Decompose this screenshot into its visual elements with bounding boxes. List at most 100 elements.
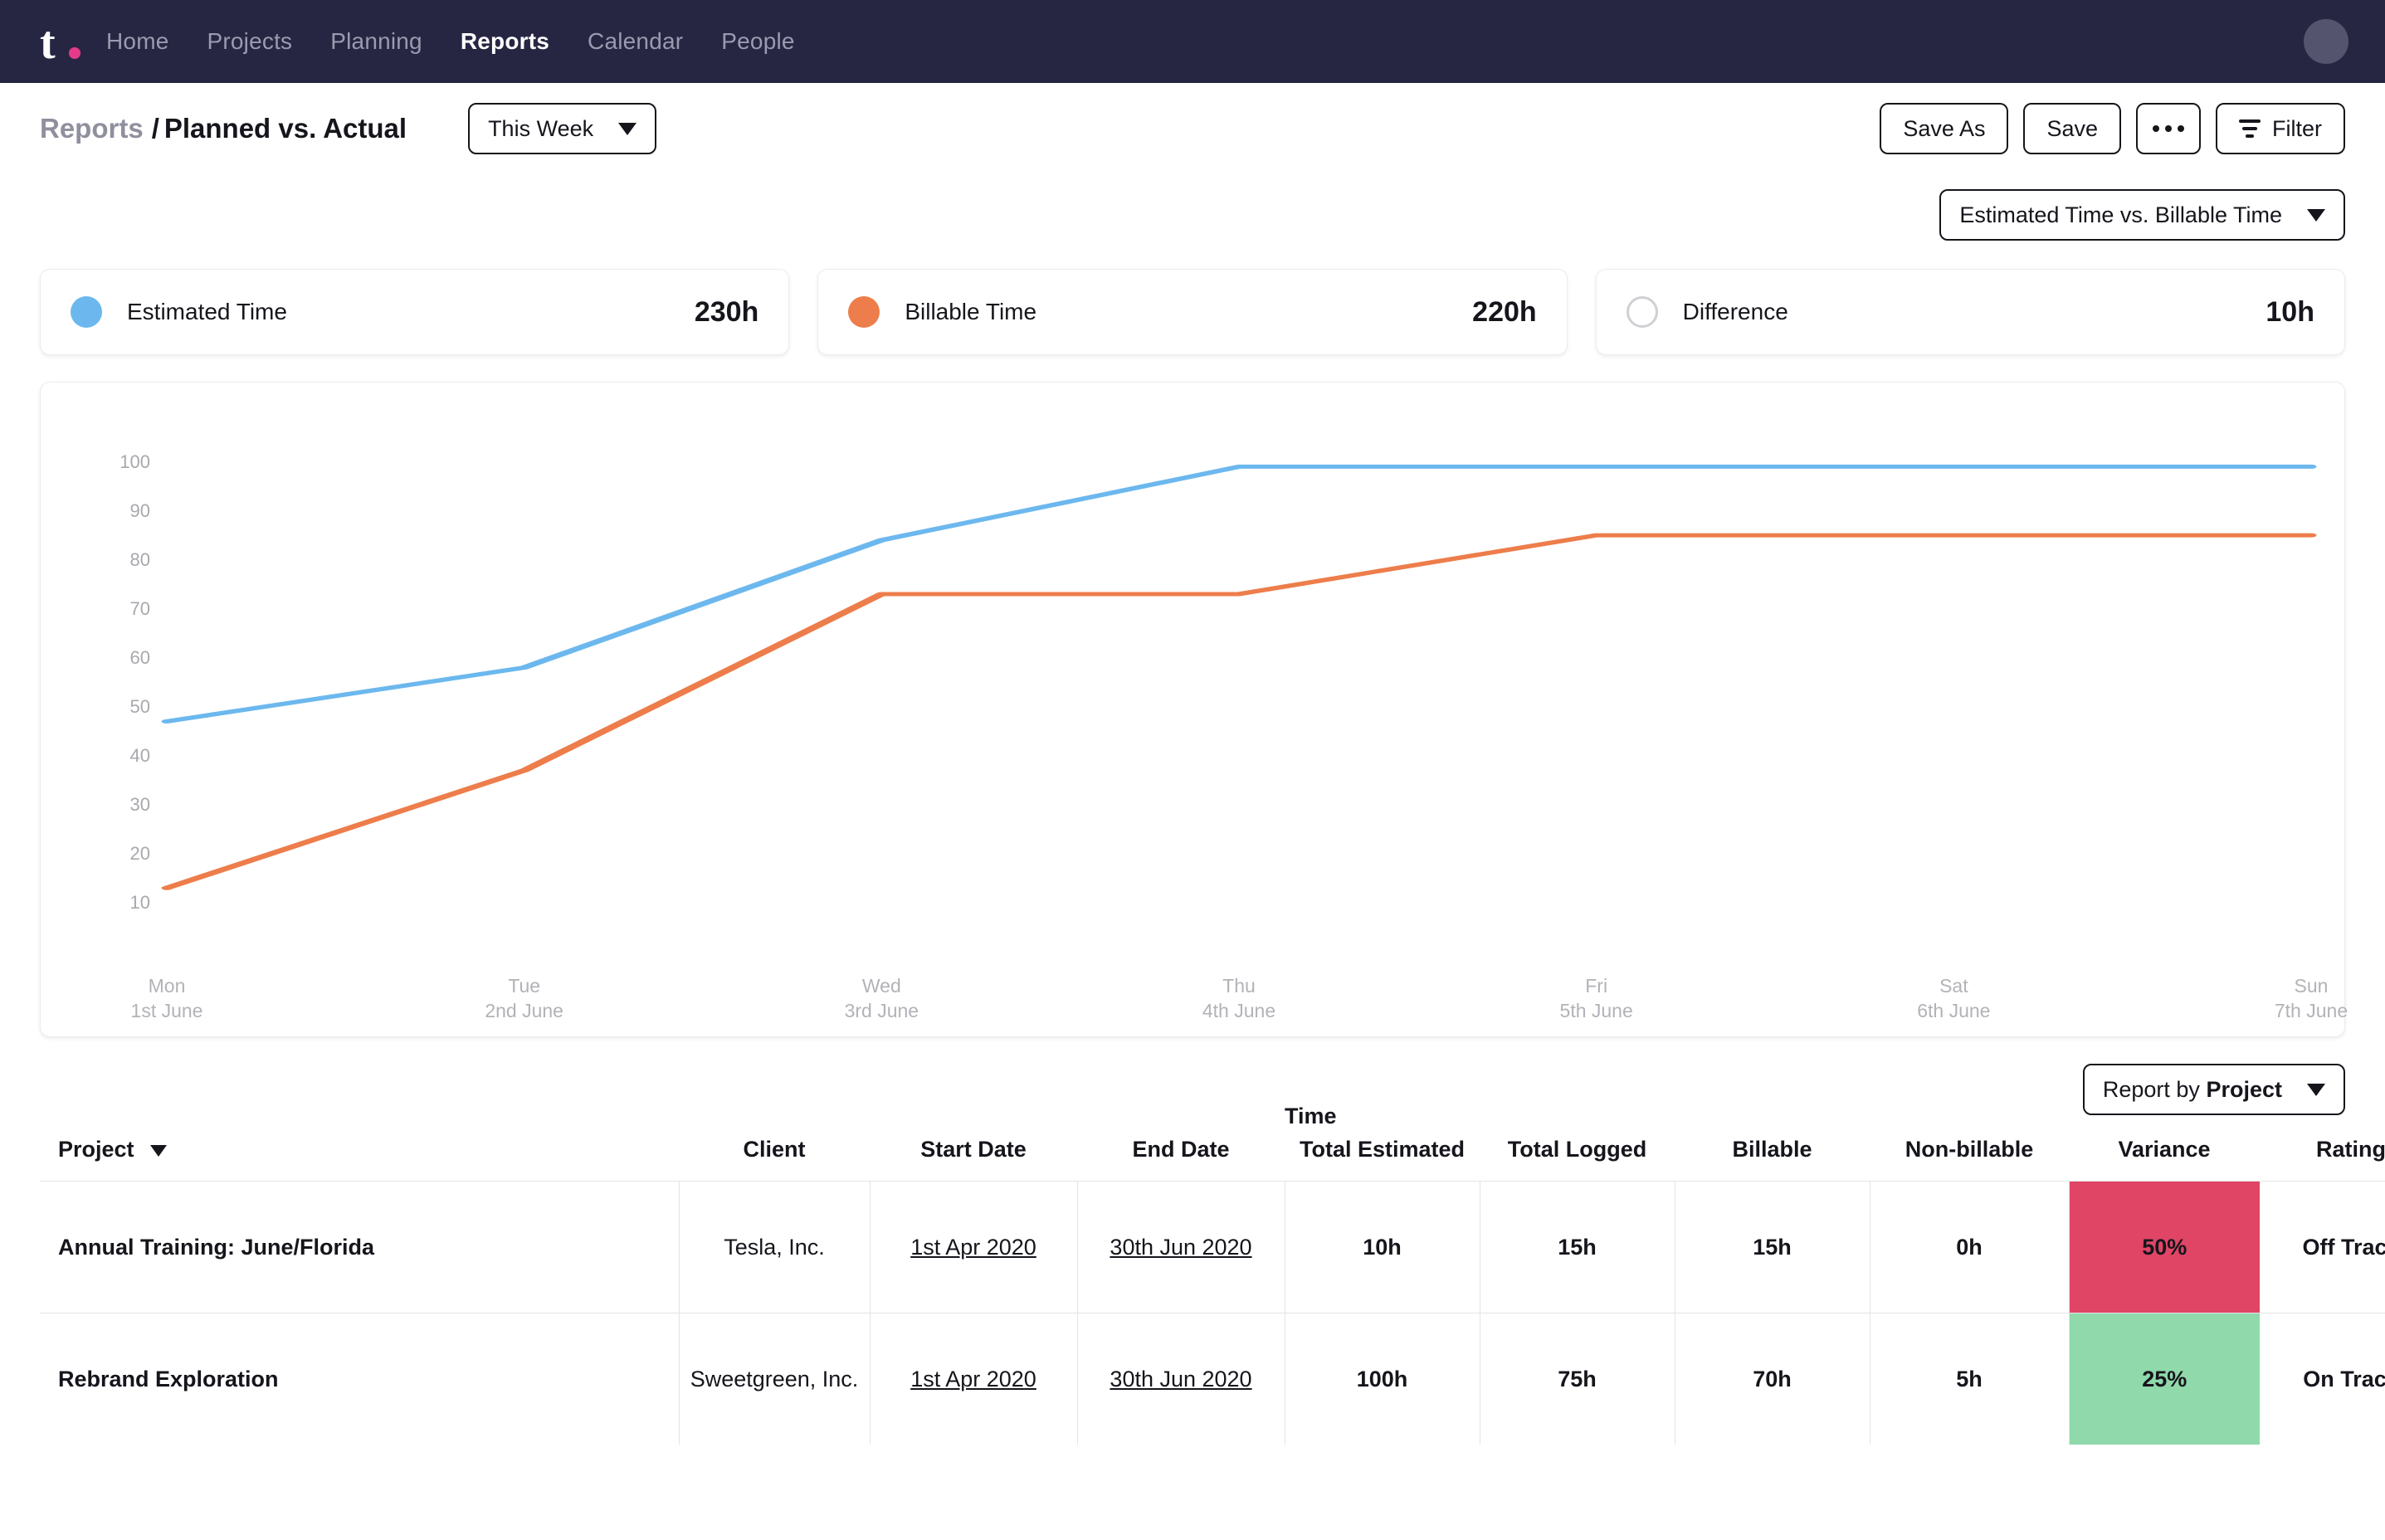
y-axis-tick-label: 10: [129, 891, 150, 913]
x-axis-day-label: Sat: [1939, 975, 1968, 997]
chart-y-axis: 100 90 80 70 60 50 40 30 20 10: [104, 437, 150, 952]
x-axis-date-label: 5th June: [1559, 1000, 1633, 1021]
filter-button-label: Filter: [2272, 115, 2322, 141]
column-header-rating[interactable]: Rating: [2260, 1137, 2385, 1182]
report-by-prefix: Report by: [2102, 1076, 2200, 1102]
column-header-start-date[interactable]: Start Date: [870, 1137, 1077, 1182]
summary-card-estimated-time: Estimated Time 230h: [40, 269, 790, 355]
main-nav-items: Home Projects Planning Reports Calendar Peopl…: [106, 28, 795, 55]
sort-descending-icon: [150, 1144, 168, 1157]
end-date-link[interactable]: 30th Jun 2020: [1110, 1367, 1251, 1391]
period-select-value: This Week: [488, 115, 594, 141]
breadcrumb-parent[interactable]: Reports: [40, 113, 144, 144]
logo-letter: t: [40, 17, 56, 69]
nav-item-reports[interactable]: Reports: [461, 28, 549, 55]
cell-total-logged: 75h: [1480, 1313, 1675, 1445]
x-axis-tick-label: Fri 5th June: [1560, 973, 1633, 1023]
series-line-billable-time: [161, 533, 2317, 890]
report-by-select[interactable]: Report by Project: [2082, 1064, 2345, 1115]
x-axis-tick-label: Sun 7th June: [2275, 973, 2348, 1023]
column-header-project-label: Project: [58, 1137, 134, 1162]
y-axis-tick-label: 50: [129, 695, 150, 717]
report-by-row: Report by Project: [0, 1064, 2385, 1115]
projects-table: Project Client Start Date End Date Time …: [40, 1104, 2385, 1445]
ellipsis-icon: [2153, 125, 2184, 132]
y-axis-tick-label: 90: [129, 500, 150, 521]
x-axis-tick-label: Sat 6th June: [1917, 973, 1990, 1023]
column-header-total-logged[interactable]: Total Logged: [1480, 1137, 1675, 1182]
x-axis-date-label: 3rd June: [844, 1000, 919, 1021]
x-axis-date-label: 4th June: [1202, 1000, 1276, 1021]
header-actions: Save As Save Filter: [1880, 103, 2345, 154]
nav-item-planning[interactable]: Planning: [330, 28, 422, 55]
chart-plot-area: [161, 437, 2317, 952]
nav-item-calendar[interactable]: Calendar: [588, 28, 683, 55]
column-header-end-date[interactable]: End Date: [1077, 1137, 1285, 1182]
column-header-project[interactable]: Project: [40, 1137, 679, 1182]
cell-variance: 50%: [2069, 1182, 2260, 1313]
column-header-variance[interactable]: Variance: [2069, 1137, 2260, 1182]
cell-billable: 70h: [1675, 1313, 1870, 1445]
summary-card-value: 230h: [694, 295, 759, 328]
chart-x-axis: Mon 1st June Tue 2nd June Wed 3rd June Thu 4th …: [131, 973, 2348, 1031]
nav-item-people[interactable]: People: [721, 28, 794, 55]
page-title: Planned vs. Actual: [163, 113, 407, 144]
y-axis-tick-label: 20: [129, 842, 150, 864]
table-head: Project Client Start Date End Date Time …: [40, 1104, 2385, 1182]
cell-variance: 25%: [2069, 1313, 2260, 1445]
nav-item-projects[interactable]: Projects: [207, 28, 293, 55]
metric-select[interactable]: Estimated Time vs. Billable Time: [1939, 189, 2345, 241]
filter-button[interactable]: Filter: [2216, 103, 2345, 154]
start-date-link[interactable]: 1st Apr 2020: [910, 1367, 1036, 1391]
table-row[interactable]: Rebrand Exploration Sweetgreen, Inc. 1st A…: [40, 1313, 2385, 1445]
x-axis-tick-label: Thu 4th June: [1202, 973, 1275, 1023]
end-date-link[interactable]: 30th Jun 2020: [1110, 1235, 1251, 1260]
cell-client: Sweetgreen, Inc.: [679, 1313, 871, 1445]
cell-rating: On Track: [2303, 1366, 2385, 1391]
line-chart-svg: [161, 464, 2317, 890]
period-select[interactable]: This Week: [468, 103, 657, 154]
x-axis-date-label: 7th June: [2274, 1000, 2348, 1021]
breadcrumb-separator: /: [151, 113, 159, 144]
chart-panel: 100 90 80 70 60 50 40 30 20 10 Mon 1st June Tue 2nd …: [40, 382, 2348, 1037]
summary-card-label: Estimated Time: [127, 299, 287, 324]
legend-swatch-icon: [71, 296, 102, 328]
x-axis-day-label: Sun: [2294, 975, 2329, 997]
cell-end-date[interactable]: 30th Jun 2020: [1077, 1181, 1285, 1313]
projects-table-wrapper: Project Client Start Date End Date Time …: [0, 1104, 2385, 1445]
x-axis-day-label: Mon: [148, 975, 186, 997]
column-group-label-time: Time: [1285, 1104, 1337, 1128]
cell-client: Tesla, Inc.: [679, 1181, 871, 1313]
column-header-non-billable[interactable]: Non-billable: [1870, 1137, 2069, 1182]
x-axis-tick-label: Mon 1st June: [131, 973, 203, 1023]
start-date-link[interactable]: 1st Apr 2020: [910, 1235, 1036, 1260]
y-axis-tick-label: 100: [119, 451, 150, 472]
column-header-client[interactable]: Client: [679, 1137, 870, 1182]
cell-start-date[interactable]: 1st Apr 2020: [870, 1313, 1078, 1445]
save-button[interactable]: Save: [2023, 103, 2121, 154]
cell-rating: Off Track: [2302, 1234, 2385, 1260]
chevron-down-icon: [2307, 208, 2325, 222]
x-axis-day-label: Fri: [1585, 975, 1608, 997]
y-axis-tick-label: 80: [129, 548, 150, 570]
summary-cards: Estimated Time 230h Billable Time 220h Diffe…: [0, 269, 2385, 355]
cell-project: Rebrand Exploration: [40, 1313, 680, 1445]
more-options-button[interactable]: [2136, 103, 2201, 154]
app-logo[interactable]: t: [40, 17, 80, 69]
column-header-total-estimated-label: Total Estimated: [1299, 1137, 1466, 1162]
cell-end-date[interactable]: 30th Jun 2020: [1077, 1313, 1285, 1445]
page-header: Reports / Planned vs. Actual This Week S…: [0, 83, 2385, 174]
save-as-button[interactable]: Save As: [1880, 103, 2009, 154]
cell-billable: 15h: [1675, 1181, 1870, 1313]
legend-swatch-icon: [848, 296, 880, 328]
cell-non-billable: 0h: [1870, 1181, 2070, 1313]
user-avatar[interactable]: [2304, 19, 2348, 64]
table-header-row: Project Client Start Date End Date Time …: [40, 1104, 2385, 1182]
metric-select-value: Estimated Time vs. Billable Time: [1959, 202, 2282, 227]
cell-start-date[interactable]: 1st Apr 2020: [870, 1181, 1078, 1313]
column-header-total-estimated[interactable]: Time Total Estimated: [1285, 1104, 1480, 1182]
column-header-billable[interactable]: Billable: [1675, 1137, 1870, 1182]
nav-item-home[interactable]: Home: [106, 28, 169, 55]
table-row[interactable]: Annual Training: June/Florida Tesla, Inc.…: [40, 1181, 2385, 1313]
cell-project: Annual Training: June/Florida: [40, 1181, 680, 1313]
